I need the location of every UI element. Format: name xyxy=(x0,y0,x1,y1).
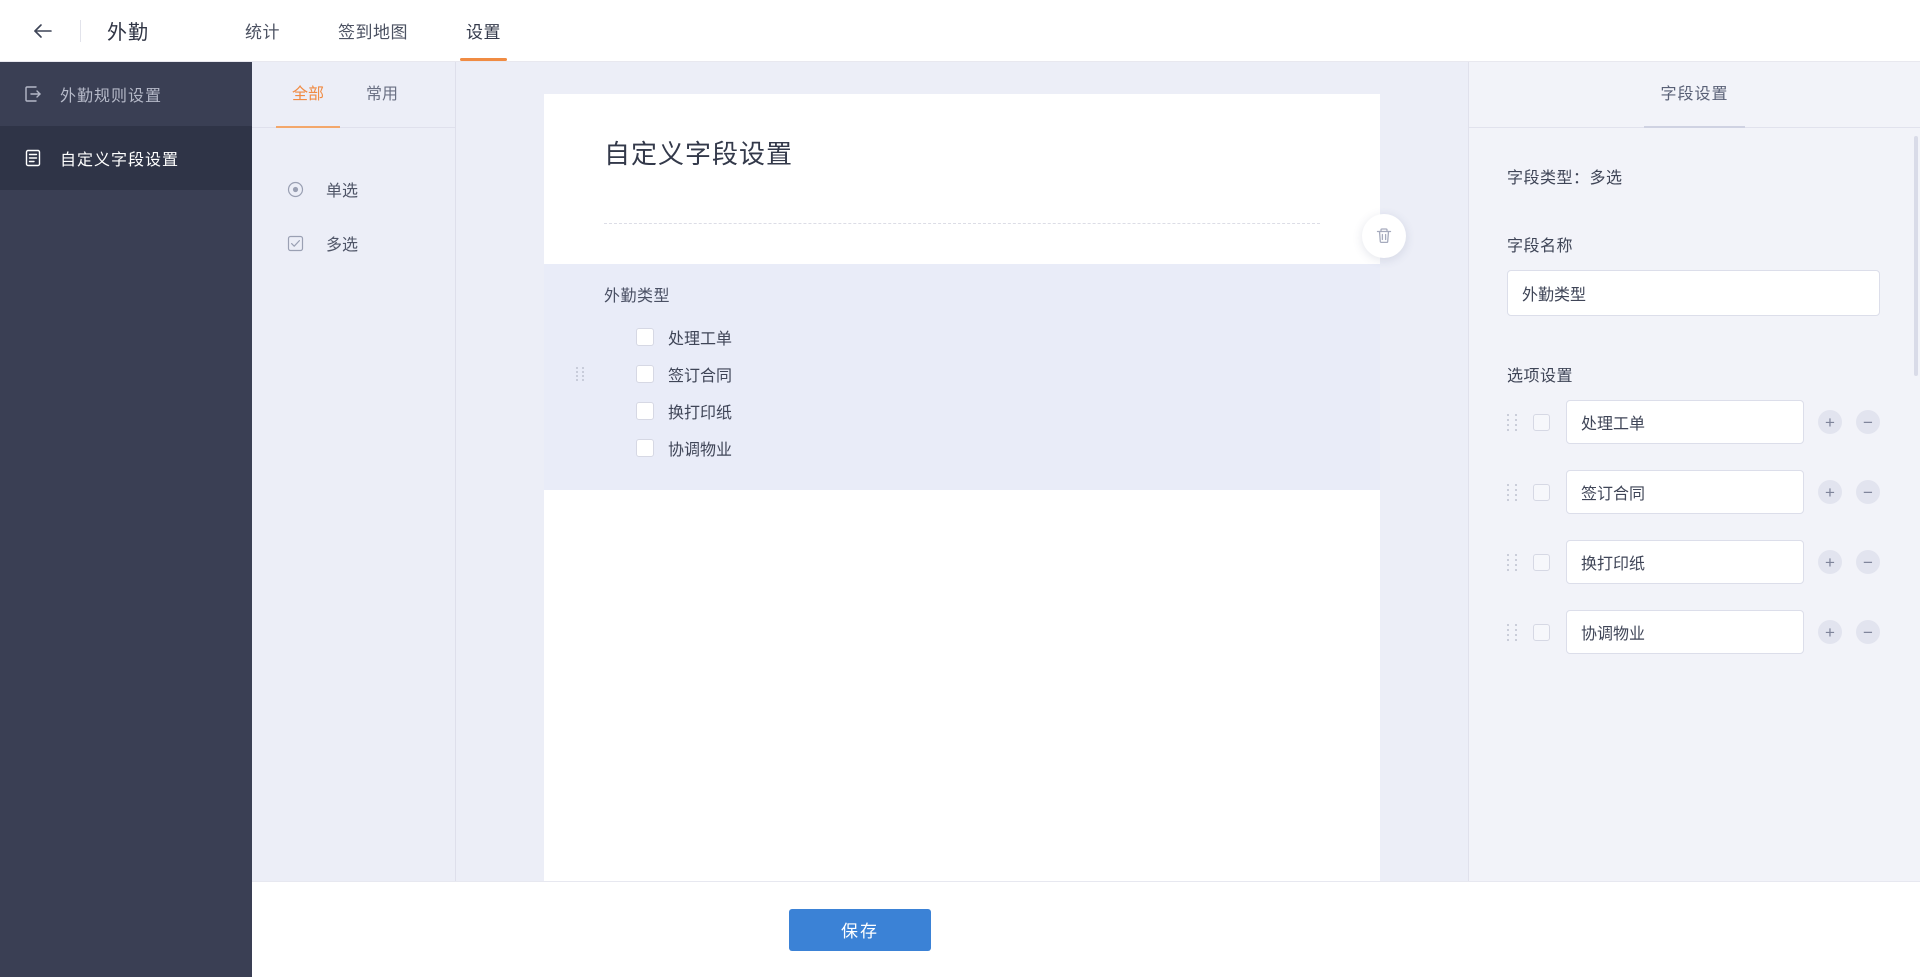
palette-item-label: 多选 xyxy=(326,237,359,254)
drag-handle-icon[interactable] xyxy=(1507,483,1519,501)
rule-settings-icon xyxy=(22,83,44,105)
remove-option-button[interactable]: − xyxy=(1856,480,1880,504)
remove-option-button[interactable]: − xyxy=(1856,620,1880,644)
remove-option-button[interactable]: − xyxy=(1856,410,1880,434)
topbar-divider xyxy=(80,19,81,42)
page-title: 自定义字段设置 xyxy=(604,139,794,169)
tab-statistics[interactable]: 统计 xyxy=(231,0,294,61)
palette-tabbar: 全部 常用 xyxy=(252,62,455,128)
field-block-selected[interactable]: 外勤类型 处理工单 签订合同 换打印纸 协调物业 xyxy=(544,264,1380,490)
top-nav: 统计 签到地图 设置 xyxy=(231,0,515,61)
drag-handle-icon[interactable] xyxy=(576,366,586,381)
drag-handle-icon[interactable] xyxy=(1507,413,1519,431)
app-title: 外勤 xyxy=(107,22,149,44)
app-root: 外勤 统计 签到地图 设置 外勤规则设置 自定义字段设置 全部 常用 单选 多选… xyxy=(0,0,1920,977)
options-section-label: 选项设置 xyxy=(1507,368,1574,385)
checkbox-icon[interactable] xyxy=(636,327,654,346)
option-default-checkbox[interactable] xyxy=(1533,413,1550,431)
properties-body: 字段类型：多选 字段名称 选项设置 + − + − xyxy=(1469,128,1920,977)
palette-list: 单选 多选 xyxy=(252,128,455,270)
document-list-icon xyxy=(22,147,44,169)
option-setting-row: + − xyxy=(1507,470,1880,514)
preview-option-label: 签订合同 xyxy=(668,367,733,385)
properties-tabbar: 字段设置 xyxy=(1469,62,1920,128)
option-setting-row: + − xyxy=(1507,540,1880,584)
option-setting-row: + − xyxy=(1507,610,1880,654)
drag-handle-icon[interactable] xyxy=(1507,623,1519,641)
checkbox-icon xyxy=(286,234,304,252)
sidebar-item-label: 外勤规则设置 xyxy=(60,88,163,105)
field-type-row: 字段类型：多选 xyxy=(1507,170,1623,187)
palette-item-checkbox[interactable]: 多选 xyxy=(252,216,455,270)
form-header: 自定义字段设置 xyxy=(544,94,1380,264)
sidebar-item-custom-fields[interactable]: 自定义字段设置 xyxy=(0,126,252,190)
palette-tab-common[interactable]: 常用 xyxy=(356,62,408,128)
tab-checkin-map[interactable]: 签到地图 xyxy=(324,0,422,61)
header-divider xyxy=(604,223,1320,224)
tab-field-settings[interactable]: 字段设置 xyxy=(1644,62,1745,128)
properties-scrollbar[interactable] xyxy=(1914,136,1918,376)
top-bar: 外勤 统计 签到地图 设置 xyxy=(0,0,1920,62)
properties-panel: 字段设置 字段类型：多选 字段名称 选项设置 + − xyxy=(1468,62,1920,977)
option-value-input[interactable] xyxy=(1566,540,1804,584)
preview-option-label: 协调物业 xyxy=(668,441,733,459)
sidebar-item-rule-settings[interactable]: 外勤规则设置 xyxy=(0,62,252,126)
option-default-checkbox[interactable] xyxy=(1533,483,1550,501)
checkbox-icon[interactable] xyxy=(636,364,654,383)
palette-tab-all[interactable]: 全部 xyxy=(275,62,341,128)
form-canvas: 自定义字段设置 外勤类型 处理工单 签订合同 换打印纸 协调物业 xyxy=(456,62,1468,977)
footer-bar: 保存 xyxy=(252,881,1920,977)
radio-icon xyxy=(286,180,304,198)
preview-option-row[interactable]: 协调物业 xyxy=(604,429,1320,466)
form-preview-card: 自定义字段设置 外勤类型 处理工单 签订合同 换打印纸 协调物业 xyxy=(544,94,1406,490)
preview-option-label: 处理工单 xyxy=(668,330,733,348)
main-shell: 外勤规则设置 自定义字段设置 全部 常用 单选 多选 自定义字段设置 外勤类型 … xyxy=(0,62,1920,977)
preview-option-row[interactable]: 换打印纸 xyxy=(604,392,1320,429)
tab-settings[interactable]: 设置 xyxy=(452,0,515,61)
option-setting-row: + − xyxy=(1507,400,1880,444)
palette-item-label: 单选 xyxy=(326,183,359,200)
preview-option-label: 换打印纸 xyxy=(668,404,733,422)
add-option-button[interactable]: + xyxy=(1818,550,1842,574)
component-palette: 全部 常用 单选 多选 xyxy=(252,62,456,977)
arrow-left-icon[interactable] xyxy=(28,16,58,46)
sidebar: 外勤规则设置 自定义字段设置 xyxy=(0,62,252,977)
option-value-input[interactable] xyxy=(1566,400,1804,444)
field-name-label: 字段名称 xyxy=(1507,238,1574,255)
checkbox-icon[interactable] xyxy=(636,438,654,457)
add-option-button[interactable]: + xyxy=(1818,480,1842,504)
checkbox-icon[interactable] xyxy=(636,401,654,420)
field-label: 外勤类型 xyxy=(604,288,671,305)
add-option-button[interactable]: + xyxy=(1818,620,1842,644)
add-option-button[interactable]: + xyxy=(1818,410,1842,434)
option-value-input[interactable] xyxy=(1566,470,1804,514)
preview-option-row[interactable]: 处理工单 xyxy=(604,318,1320,355)
option-default-checkbox[interactable] xyxy=(1533,553,1550,571)
sidebar-item-label: 自定义字段设置 xyxy=(60,152,180,169)
option-default-checkbox[interactable] xyxy=(1533,623,1550,641)
preview-option-row[interactable]: 签订合同 xyxy=(576,355,1320,392)
drag-handle-icon[interactable] xyxy=(1507,553,1519,571)
option-value-input[interactable] xyxy=(1566,610,1804,654)
palette-item-radio[interactable]: 单选 xyxy=(252,162,455,216)
save-button[interactable]: 保存 xyxy=(789,908,931,951)
field-name-input[interactable] xyxy=(1507,270,1880,316)
trash-icon[interactable] xyxy=(1362,214,1406,258)
remove-option-button[interactable]: − xyxy=(1856,550,1880,574)
